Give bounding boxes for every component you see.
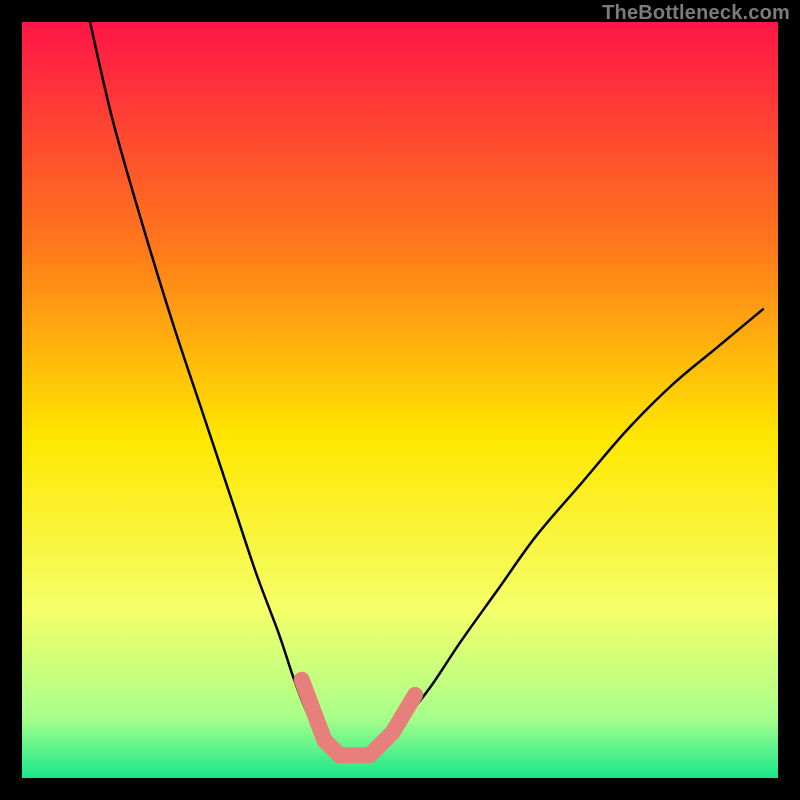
outer-frame: TheBottleneck.com bbox=[0, 0, 800, 800]
gradient-background bbox=[22, 22, 778, 778]
watermark-text: TheBottleneck.com bbox=[602, 2, 790, 25]
chart-svg bbox=[22, 22, 778, 778]
plot-area bbox=[22, 22, 778, 778]
